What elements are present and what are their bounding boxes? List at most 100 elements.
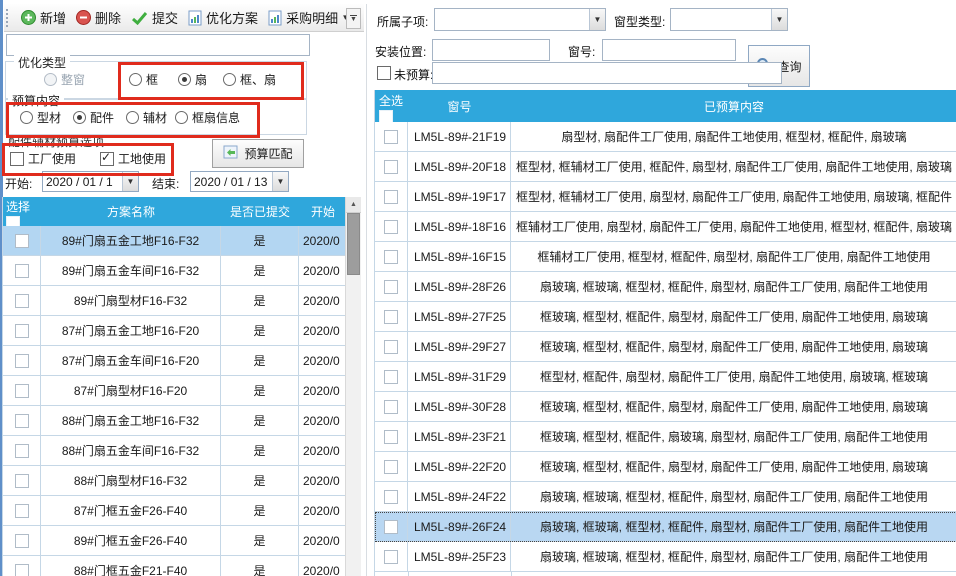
window-row[interactable]: LM5L-89#-23F21框玻璃, 框型材, 框配件, 扇玻璃, 扇型材, 扇… <box>375 422 956 452</box>
row-checkbox[interactable] <box>15 474 29 488</box>
window-row[interactable]: LM5L-89#-29F27框玻璃, 框型材, 框配件, 扇型材, 扇配件工厂使… <box>375 332 956 362</box>
plan-name: 89#门扇五金车间F16-F32 <box>41 256 221 285</box>
row-checkbox[interactable] <box>384 460 398 474</box>
row-checkbox[interactable] <box>384 430 398 444</box>
radio-option-框扇信息[interactable]: 框扇信息 <box>175 109 240 126</box>
优化方案-button[interactable]: 优化方案 <box>183 6 263 29</box>
budget-match-button[interactable]: 预算匹配 <box>212 139 304 168</box>
no-budget-checkbox[interactable] <box>377 66 391 80</box>
plan-row[interactable]: 88#门扇五金车间F16-F32是2020/0 <box>3 436 346 466</box>
window-row[interactable]: LM5L-89#-27F25框玻璃, 框型材, 框配件, 扇型材, 扇配件工厂使… <box>375 302 956 332</box>
row-checkbox[interactable] <box>384 220 398 234</box>
row-checkbox[interactable] <box>15 354 29 368</box>
row-checkbox[interactable] <box>384 310 398 324</box>
plan-row[interactable]: 87#门扇型材F16-F20是2020/0 <box>3 376 346 406</box>
row-checkbox[interactable] <box>384 250 398 264</box>
row-checkbox[interactable] <box>15 414 29 428</box>
row-checkbox[interactable] <box>15 234 29 248</box>
window-row[interactable]: LM5L-89#-31F29框型材, 框配件, 扇型材, 扇配件工厂使用, 扇配… <box>375 362 956 392</box>
checkbox-option-工厂使用[interactable]: 工厂使用 <box>10 150 76 167</box>
toolbar-button-label: 提交 <box>152 8 178 27</box>
window-row[interactable]: LM5L-89#-18F16框辅材工厂使用, 扇型材, 扇配件工厂使用, 扇配件… <box>375 212 956 242</box>
window-type-combobox[interactable]: ▼ <box>670 8 788 31</box>
row-checkbox[interactable] <box>15 564 29 576</box>
plan-row[interactable]: 88#门扇型材F16-F32是2020/0 <box>3 466 346 496</box>
install-pos-input[interactable] <box>432 39 550 61</box>
window-no-input[interactable] <box>602 39 736 61</box>
row-checkbox[interactable] <box>384 550 398 564</box>
radio-option-框[interactable]: 框 <box>129 71 158 88</box>
plan-start-date: 2020/0 <box>299 466 346 495</box>
plan-row[interactable]: 88#门框五金F21-F40是2020/0 <box>3 556 346 576</box>
row-checkbox[interactable] <box>15 294 29 308</box>
row-checkbox[interactable] <box>384 280 398 294</box>
window-row[interactable]: LM5L-89#-25F23扇玻璃, 框玻璃, 框型材, 框配件, 扇型材, 扇… <box>375 542 956 572</box>
radio-option-框、扇[interactable]: 框、扇 <box>223 71 276 88</box>
scrollbar-thumb[interactable] <box>347 213 360 275</box>
window-row[interactable]: LM5L-89#-30F28框玻璃, 框型材, 框配件, 扇型材, 扇配件工厂使… <box>375 392 956 422</box>
row-checkbox[interactable] <box>15 324 29 338</box>
plan-name: 88#门扇五金工地F16-F32 <box>41 406 221 435</box>
row-checkbox[interactable] <box>384 130 398 144</box>
radio-icon <box>223 73 236 86</box>
radio-option-辅材[interactable]: 辅材 <box>126 109 167 126</box>
sub-item-combobox[interactable]: ▼ <box>434 8 606 31</box>
plan-row[interactable]: 88#门扇五金工地F16-F32是2020/0 <box>3 406 346 436</box>
chevron-down-icon[interactable]: ▼ <box>771 9 787 30</box>
row-checkbox[interactable] <box>15 384 29 398</box>
row-checkbox[interactable] <box>384 490 398 504</box>
row-checkbox[interactable] <box>384 520 398 534</box>
panel-splitter[interactable] <box>366 4 367 576</box>
start-date-picker[interactable]: 2020 / 01 / 1 ▼ <box>42 171 139 192</box>
row-checkbox[interactable] <box>384 370 398 384</box>
checkbox-option-工地使用[interactable]: 工地使用 <box>100 150 166 167</box>
delete-icon <box>76 10 91 25</box>
row-checkbox[interactable] <box>15 534 29 548</box>
window-no: LM5L-89#-28F26 <box>408 272 511 301</box>
plan-table-scrollbar[interactable]: ▲ <box>345 197 361 576</box>
window-row[interactable]: LM5L-89#-19F17框型材, 框辅材工厂使用, 扇型材, 扇配件工厂使用… <box>375 182 956 212</box>
row-checkbox[interactable] <box>384 160 398 174</box>
row-checkbox[interactable] <box>384 340 398 354</box>
window-row[interactable]: LM5L-89#-21F19扇型材, 扇配件工厂使用, 扇配件工地使用, 框型材… <box>375 122 956 152</box>
window-row[interactable]: LM5L-89#-16F15框辅材工厂使用, 框型材, 框配件, 扇型材, 扇配… <box>375 242 956 272</box>
plan-row[interactable]: 89#门扇五金车间F16-F32是2020/0 <box>3 256 346 286</box>
window-row[interactable]: LM5L-89#-28F26扇玻璃, 框玻璃, 框型材, 框配件, 扇型材, 扇… <box>375 272 956 302</box>
no-budget-input[interactable] <box>432 62 782 84</box>
row-checkbox[interactable] <box>15 444 29 458</box>
window-row[interactable]: LM5L-89#-26F24扇玻璃, 框玻璃, 框型材, 框配件, 扇型材, 扇… <box>375 512 956 542</box>
radio-option-扇[interactable]: 扇 <box>178 71 207 88</box>
window-row[interactable]: LM5L-89#-22F20框玻璃, 框型材, 框配件, 扇型材, 扇配件工厂使… <box>375 452 956 482</box>
chevron-down-icon[interactable]: ▼ <box>122 172 138 191</box>
radio-option-配件[interactable]: 配件 <box>73 109 114 126</box>
提交-button[interactable]: 提交 <box>126 6 183 29</box>
row-checkbox[interactable] <box>15 264 29 278</box>
select-all-checkbox[interactable] <box>379 110 393 122</box>
window-row[interactable]: LM5L-89#-20F18框型材, 框辅材工厂使用, 框配件, 扇型材, 扇配… <box>375 152 956 182</box>
plan-row[interactable]: 89#门扇型材F16-F32是2020/0 <box>3 286 346 316</box>
radio-label: 整窗 <box>61 71 85 88</box>
plan-row[interactable]: 87#门扇五金工地F16-F20是2020/0 <box>3 316 346 346</box>
plan-row[interactable]: 87#门扇五金车间F16-F20是2020/0 <box>3 346 346 376</box>
scroll-up-icon[interactable]: ▲ <box>346 197 361 213</box>
toolbar-grip[interactable] <box>6 9 12 27</box>
plan-row[interactable]: 89#门扇五金工地F16-F32是2020/0 <box>3 226 346 256</box>
chevron-down-icon[interactable]: ▼ <box>589 9 605 30</box>
toolbar-overflow-button[interactable]: ▼ <box>346 8 361 29</box>
row-checkbox[interactable] <box>384 400 398 414</box>
采购明细-button[interactable]: 采购明细▾ <box>263 6 353 29</box>
plan-row[interactable]: 89#门框五金F26-F40是2020/0 <box>3 526 346 556</box>
plan-row[interactable]: 87#门框五金F26-F40是2020/0 <box>3 496 346 526</box>
plan-filter-input[interactable] <box>6 34 310 56</box>
chevron-down-icon[interactable]: ▼ <box>272 172 288 191</box>
row-checkbox[interactable] <box>384 190 398 204</box>
end-date-picker[interactable]: 2020 / 01 / 13 ▼ <box>190 171 289 192</box>
window-no: LM5L-89#-27F25 <box>408 302 511 331</box>
window-row[interactable]: LM5L-89#-24F22扇玻璃, 框玻璃, 框型材, 框配件, 扇型材, 扇… <box>375 482 956 512</box>
select-all-checkbox[interactable] <box>6 216 20 226</box>
radio-option-型材[interactable]: 型材 <box>20 109 61 126</box>
新增-button[interactable]: 新增 <box>16 6 71 29</box>
row-checkbox[interactable] <box>15 504 29 518</box>
row-select-cell <box>3 526 41 555</box>
删除-button[interactable]: 删除 <box>71 6 126 29</box>
